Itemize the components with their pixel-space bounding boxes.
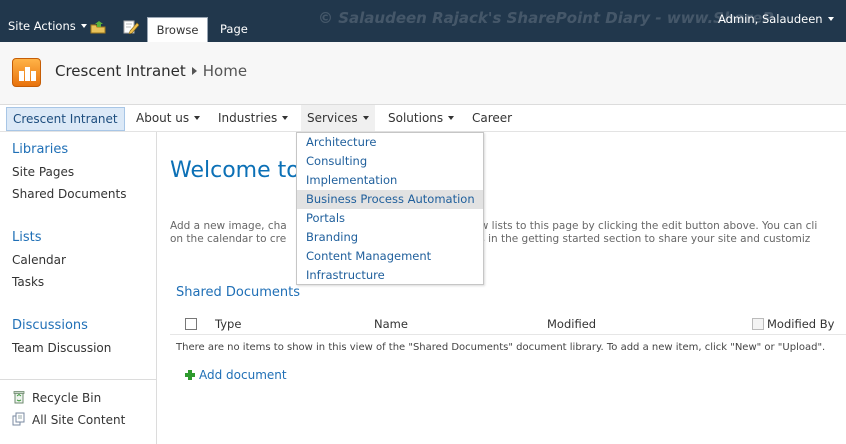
topnav-item-solutions[interactable]: Solutions bbox=[388, 105, 455, 131]
topnav-label: Services bbox=[307, 111, 358, 125]
topnav-item-services[interactable]: Services bbox=[301, 105, 375, 131]
all-site-content-icon bbox=[12, 412, 25, 426]
topnav-label: Solutions bbox=[388, 111, 444, 125]
chevron-down-icon bbox=[448, 116, 455, 120]
ql-recycle-bin[interactable]: Recycle Bin bbox=[12, 390, 101, 405]
welcome-description: Add a new image, cha w lists to this page… bbox=[170, 220, 817, 246]
add-plus-icon bbox=[185, 370, 195, 380]
ql-all-site-content-label: All Site Content bbox=[32, 413, 126, 427]
chevron-down-icon bbox=[282, 116, 289, 120]
dropdown-item-consulting[interactable]: Consulting bbox=[297, 152, 483, 171]
top-navigation: Crescent Intranet About us Industries Se… bbox=[0, 105, 846, 132]
watermark-text: © Salaudeen Rajack's SharePoint Diary - … bbox=[318, 9, 774, 27]
chevron-down-icon bbox=[80, 24, 87, 28]
webpart-title-shared-documents[interactable]: Shared Documents bbox=[176, 285, 300, 300]
column-filter-checkbox[interactable] bbox=[752, 318, 764, 330]
select-all-checkbox[interactable] bbox=[185, 318, 197, 330]
recycle-bin-icon bbox=[13, 391, 25, 404]
column-header-modified[interactable]: Modified bbox=[547, 317, 596, 331]
edit-page-icon[interactable] bbox=[123, 20, 139, 34]
desc-line1-b: w lists to this page by clicking the edi… bbox=[479, 220, 818, 232]
ql-recycle-bin-label: Recycle Bin bbox=[32, 391, 102, 405]
dropdown-item-architecture[interactable]: Architecture bbox=[297, 133, 483, 152]
chevron-down-icon bbox=[362, 116, 369, 120]
chevron-down-icon bbox=[194, 116, 201, 120]
welcome-heading: Welcome to bbox=[170, 158, 300, 183]
site-actions-label: Site Actions bbox=[8, 19, 76, 33]
site-title-row: Crescent Intranet Home bbox=[0, 42, 846, 105]
ql-item-shared-documents[interactable]: Shared Documents bbox=[12, 187, 126, 201]
breadcrumb-arrow-icon bbox=[191, 67, 197, 75]
ql-item-tasks[interactable]: Tasks bbox=[12, 275, 44, 289]
column-header-modified-by[interactable]: Modified By bbox=[767, 317, 834, 331]
ql-heading-discussions[interactable]: Discussions bbox=[12, 318, 88, 333]
topnav-item-crescent-intranet[interactable]: Crescent Intranet bbox=[6, 107, 125, 131]
ribbon-bar: Site Actions Browse Page © Salaudeen Raj… bbox=[0, 0, 846, 42]
ql-all-site-content[interactable]: All Site Content bbox=[12, 412, 125, 427]
user-name: Admin, Salaudeen bbox=[718, 12, 823, 26]
dropdown-item-business-process-automation[interactable]: Business Process Automation bbox=[297, 190, 483, 209]
services-dropdown-menu: Architecture Consulting Implementation B… bbox=[296, 132, 484, 285]
library-header-row: Type Name Modified Modified By bbox=[170, 313, 846, 335]
topnav-label: Industries bbox=[218, 111, 278, 125]
quick-launch: Libraries Site Pages Shared Documents Li… bbox=[0, 132, 157, 444]
chevron-down-icon bbox=[827, 17, 834, 21]
ql-item-team-discussion[interactable]: Team Discussion bbox=[12, 341, 111, 355]
ql-item-site-pages[interactable]: Site Pages bbox=[12, 165, 74, 179]
dropdown-item-portals[interactable]: Portals bbox=[297, 209, 483, 228]
topnav-item-career[interactable]: Career bbox=[472, 105, 512, 131]
user-menu[interactable]: Admin, Salaudeen bbox=[718, 12, 834, 26]
dropdown-item-branding[interactable]: Branding bbox=[297, 228, 483, 247]
column-header-name[interactable]: Name bbox=[374, 317, 408, 331]
topnav-item-industries[interactable]: Industries bbox=[218, 105, 289, 131]
navigate-up-icon[interactable] bbox=[90, 20, 106, 34]
tab-page[interactable]: Page bbox=[220, 22, 248, 36]
column-header-type[interactable]: Type bbox=[215, 317, 241, 331]
add-document-label: Add document bbox=[199, 368, 287, 382]
add-document-link[interactable]: Add document bbox=[185, 368, 287, 382]
dropdown-item-infrastructure[interactable]: Infrastructure bbox=[297, 266, 483, 285]
topnav-label: About us bbox=[136, 111, 190, 125]
desc-line1-a: Add a new image, cha bbox=[170, 220, 287, 232]
ql-heading-lists[interactable]: Lists bbox=[12, 230, 42, 245]
ql-heading-libraries[interactable]: Libraries bbox=[12, 142, 68, 157]
page-title: Home bbox=[202, 62, 248, 80]
breadcrumb: Crescent Intranet Home bbox=[55, 62, 247, 80]
site-logo-icon[interactable] bbox=[12, 58, 41, 87]
dropdown-item-implementation[interactable]: Implementation bbox=[297, 171, 483, 190]
desc-line2-b: ks in the getting started section to sha… bbox=[473, 233, 811, 245]
dropdown-item-content-management[interactable]: Content Management bbox=[297, 247, 483, 266]
tab-browse[interactable]: Browse bbox=[147, 17, 208, 42]
empty-library-message: There are no items to show in this view … bbox=[176, 342, 826, 353]
topnav-item-about-us[interactable]: About us bbox=[136, 105, 201, 131]
ql-item-calendar[interactable]: Calendar bbox=[12, 253, 66, 267]
site-title-link[interactable]: Crescent Intranet bbox=[55, 62, 186, 80]
site-actions-menu[interactable]: Site Actions bbox=[8, 19, 87, 33]
ql-divider bbox=[0, 379, 157, 380]
desc-line2-a: on the calendar to cre bbox=[170, 233, 287, 245]
